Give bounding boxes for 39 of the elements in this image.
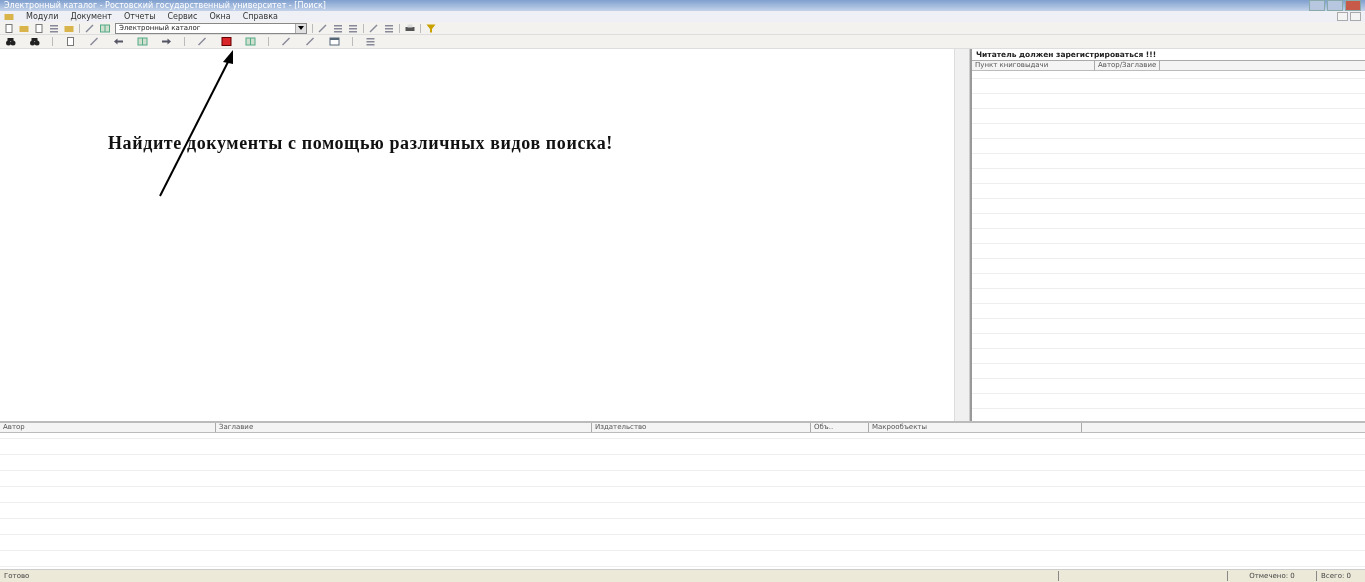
lines-icon[interactable] [333,23,343,33]
pen-icon[interactable] [196,37,209,46]
window-icon[interactable] [328,37,341,46]
grid-icon[interactable] [100,23,110,33]
pen-icon[interactable] [85,23,95,33]
pen-icon[interactable] [88,37,101,46]
menu-item[interactable]: Сервис [167,12,198,21]
card-icon[interactable] [220,37,233,46]
lines-icon[interactable] [364,37,377,46]
page-icon[interactable] [4,23,14,33]
window-title: Электронный каталог - Ростовский государственный университет - [Поиск] [4,1,327,10]
search-hint: Найдите документы с помощью различных видов поиска! [108,133,614,154]
minimize-button[interactable] [1337,12,1348,21]
menu-item[interactable]: Отчеты [123,12,156,21]
pen-icon[interactable] [369,23,379,33]
page-icon[interactable] [64,37,77,46]
printer-icon[interactable] [405,23,415,33]
left-arrow-icon[interactable] [112,37,125,46]
lines-icon[interactable] [384,23,394,33]
menu-item[interactable]: Модули [26,12,59,21]
close-button[interactable] [1345,0,1361,11]
binoculars-icon[interactable] [4,37,17,46]
grid-icon[interactable] [136,37,149,46]
menu-item[interactable]: Документ [70,12,112,21]
pen-icon[interactable] [280,37,293,46]
menu-item[interactable]: Справка [242,12,278,21]
binoculars-icon[interactable] [28,37,41,46]
right-arrow-icon[interactable] [160,37,173,46]
restore-button[interactable] [1350,12,1361,21]
caret-icon [298,26,304,30]
grid-icon[interactable] [244,37,257,46]
lines-icon[interactable] [49,23,59,33]
pen-icon[interactable] [304,37,317,46]
folder-icon[interactable] [64,23,74,33]
scrollbar[interactable] [954,49,969,421]
page-icon[interactable] [34,23,44,33]
pen-icon[interactable] [318,23,328,33]
menu-item[interactable]: Окна [209,12,231,21]
lines-icon[interactable] [348,23,358,33]
